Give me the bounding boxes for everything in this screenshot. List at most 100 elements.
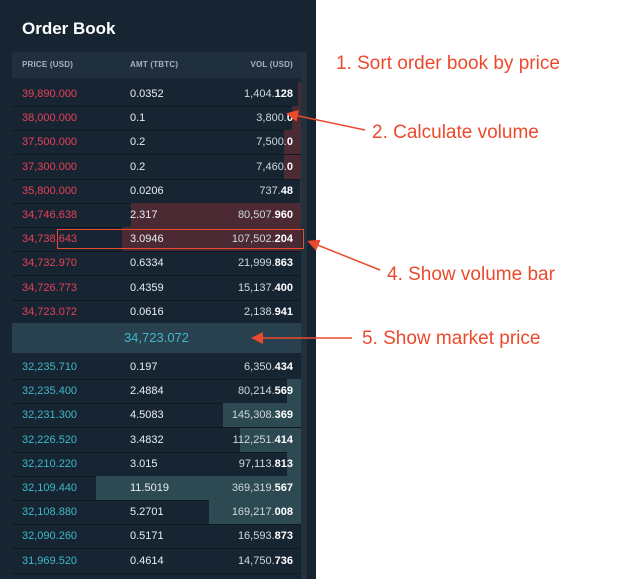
price-cell: 32,108.880 <box>22 506 78 519</box>
volume-integer: 97,113. <box>238 457 275 470</box>
bid-row[interactable]: 32,235.710 0.197 6,350.434 <box>12 355 301 380</box>
ask-row[interactable]: 38,000.000 0.1 3,800.0 <box>12 106 301 132</box>
volume-integer: 7,500. <box>256 136 287 149</box>
volume-decimal: 569 <box>274 385 293 398</box>
volume-cell: 2,138.941 <box>244 306 293 318</box>
volume-integer: 2,138. <box>244 305 275 318</box>
amount-cell: 3.015 <box>130 457 158 470</box>
volume-decimal: 0 <box>286 112 293 125</box>
volume-integer: 169,217. <box>231 506 275 519</box>
volume-cell: 7,500.0 <box>256 136 293 148</box>
ask-row[interactable]: 37,500.000 0.2 7,500.0 <box>12 130 301 156</box>
volume-integer: 145,308. <box>231 409 275 422</box>
volume-decimal: 434 <box>274 361 293 373</box>
volume-integer: 80,214. <box>237 385 275 398</box>
panel-title: Order Book <box>22 19 116 38</box>
scrollbar[interactable] <box>301 52 307 579</box>
amount-cell: 0.0616 <box>130 305 164 318</box>
price-cell: 31,969.520 <box>22 554 78 567</box>
volume-decimal: 48 <box>280 184 293 197</box>
volume-integer: 80,507. <box>237 209 275 221</box>
volume-decimal: 414 <box>274 433 293 446</box>
table-header: PRICE (USD) AMT (TBTC) VOL (USD) <box>12 52 301 78</box>
amount-cell: 0.1 <box>130 112 146 125</box>
amount-cell: 0.197 <box>130 361 158 373</box>
bid-row[interactable]: 31,969.520 0.4614 14,750.736 <box>12 549 301 574</box>
volume-integer: 16,593. <box>237 530 275 543</box>
volume-cell: 3,800.0 <box>256 112 293 124</box>
volume-integer: 15,137. <box>237 281 275 294</box>
amount-cell: 3.4832 <box>130 433 164 446</box>
bid-row[interactable]: 32,109.440 11.5019 369,319.567 <box>12 476 301 501</box>
header-volume[interactable]: VOL (USD) <box>250 60 293 69</box>
price-cell: 32,231.300 <box>22 409 78 422</box>
volume-integer: 14,750. <box>237 554 275 567</box>
ask-row[interactable]: 34,746.638 2.317 80,507.960 <box>12 203 301 228</box>
price-cell: 32,226.520 <box>22 433 78 446</box>
volume-cell: 97,113.813 <box>239 458 293 470</box>
volume-decimal: 400 <box>274 281 293 294</box>
bid-row[interactable]: 32,210.220 3.015 97,113.813 <box>12 451 301 477</box>
volume-decimal: 736 <box>274 554 293 567</box>
volume-integer: 3,800. <box>256 112 287 125</box>
amount-cell: 0.5171 <box>130 530 164 543</box>
amount-cell: 4.5083 <box>130 409 164 422</box>
ask-row[interactable]: 37,300.000 0.2 7,460.0 <box>12 154 301 180</box>
volume-decimal: 369 <box>274 409 293 422</box>
volume-integer: 6,350. <box>244 361 275 373</box>
volume-integer: 369,319. <box>231 482 275 494</box>
volume-cell: 169,217.008 <box>232 506 293 518</box>
price-cell: 35,800.000 <box>22 184 78 197</box>
price-cell: 37,300.000 <box>22 160 78 173</box>
volume-cell: 21,999.863 <box>238 257 293 269</box>
volume-decimal: 0 <box>286 160 293 173</box>
amount-cell: 0.6334 <box>130 257 164 270</box>
bid-row[interactable]: 32,235.400 2.4884 80,214.569 <box>12 379 301 405</box>
volume-decimal: 008 <box>274 506 293 519</box>
header-amount[interactable]: AMT (TBTC) <box>130 60 178 69</box>
annotation-volume: 2. Calculate volume <box>372 122 539 143</box>
volume-bar <box>298 82 301 106</box>
volume-integer: 112,251. <box>232 433 275 446</box>
price-cell: 34,732.970 <box>22 257 78 270</box>
market-price: 34,723.072 <box>123 330 190 345</box>
amount-cell: 11.5019 <box>130 482 169 494</box>
volume-cell: 14,750.736 <box>238 555 293 567</box>
volume-cell: 80,507.960 <box>238 209 293 221</box>
bid-row[interactable]: 32,231.300 4.5083 145,308.369 <box>12 403 301 429</box>
volume-decimal: 941 <box>274 305 293 318</box>
price-cell: 32,235.710 <box>22 361 78 373</box>
price-cell: 32,109.440 <box>22 482 78 494</box>
amount-cell: 0.2 <box>130 160 146 173</box>
price-cell: 37,500.000 <box>22 136 78 149</box>
price-cell: 32,210.220 <box>22 457 78 470</box>
ask-row[interactable]: 35,800.000 0.0206 737.48 <box>12 178 301 204</box>
bid-row[interactable]: 32,090.260 0.5171 16,593.873 <box>12 524 301 550</box>
volume-cell: 16,593.873 <box>238 530 293 542</box>
volume-decimal: 128 <box>274 88 293 100</box>
annotation-sort: 1. Sort order book by price <box>336 53 560 74</box>
ask-row[interactable]: 34,726.773 0.4359 15,137.400 <box>12 276 301 301</box>
amount-cell: 2.4884 <box>130 385 164 398</box>
volume-decimal: 813 <box>274 457 293 470</box>
bid-row[interactable]: 32,108.880 5.2701 169,217.008 <box>12 500 301 526</box>
price-cell: 39,890.000 <box>22 88 78 100</box>
ask-row[interactable]: 34,732.970 0.6334 21,999.863 <box>12 251 301 277</box>
volume-integer: 1,404. <box>244 88 275 100</box>
price-cell: 34,746.638 <box>22 209 78 221</box>
bid-row[interactable]: 32,226.520 3.4832 112,251.414 <box>12 427 301 453</box>
ask-row[interactable]: 39,890.000 0.0352 1,404.128 <box>12 82 301 107</box>
volume-decimal: 873 <box>274 530 293 543</box>
volume-cell: 369,319.567 <box>232 482 293 494</box>
annotation-volume-bar: 4. Show volume bar <box>387 264 555 285</box>
header-price[interactable]: PRICE (USD) <box>22 60 73 69</box>
volume-cell: 15,137.400 <box>238 282 293 294</box>
volume-cell: 145,308.369 <box>232 409 293 421</box>
price-cell: 38,000.000 <box>22 112 78 125</box>
volume-bar <box>292 106 301 131</box>
arrow-volume-bar <box>307 239 381 271</box>
highlight-box <box>57 229 304 249</box>
ask-row[interactable]: 34,723.072 0.0616 2,138.941 <box>12 300 301 325</box>
volume-decimal: 960 <box>274 209 293 221</box>
volume-integer: 7,460. <box>256 160 287 173</box>
